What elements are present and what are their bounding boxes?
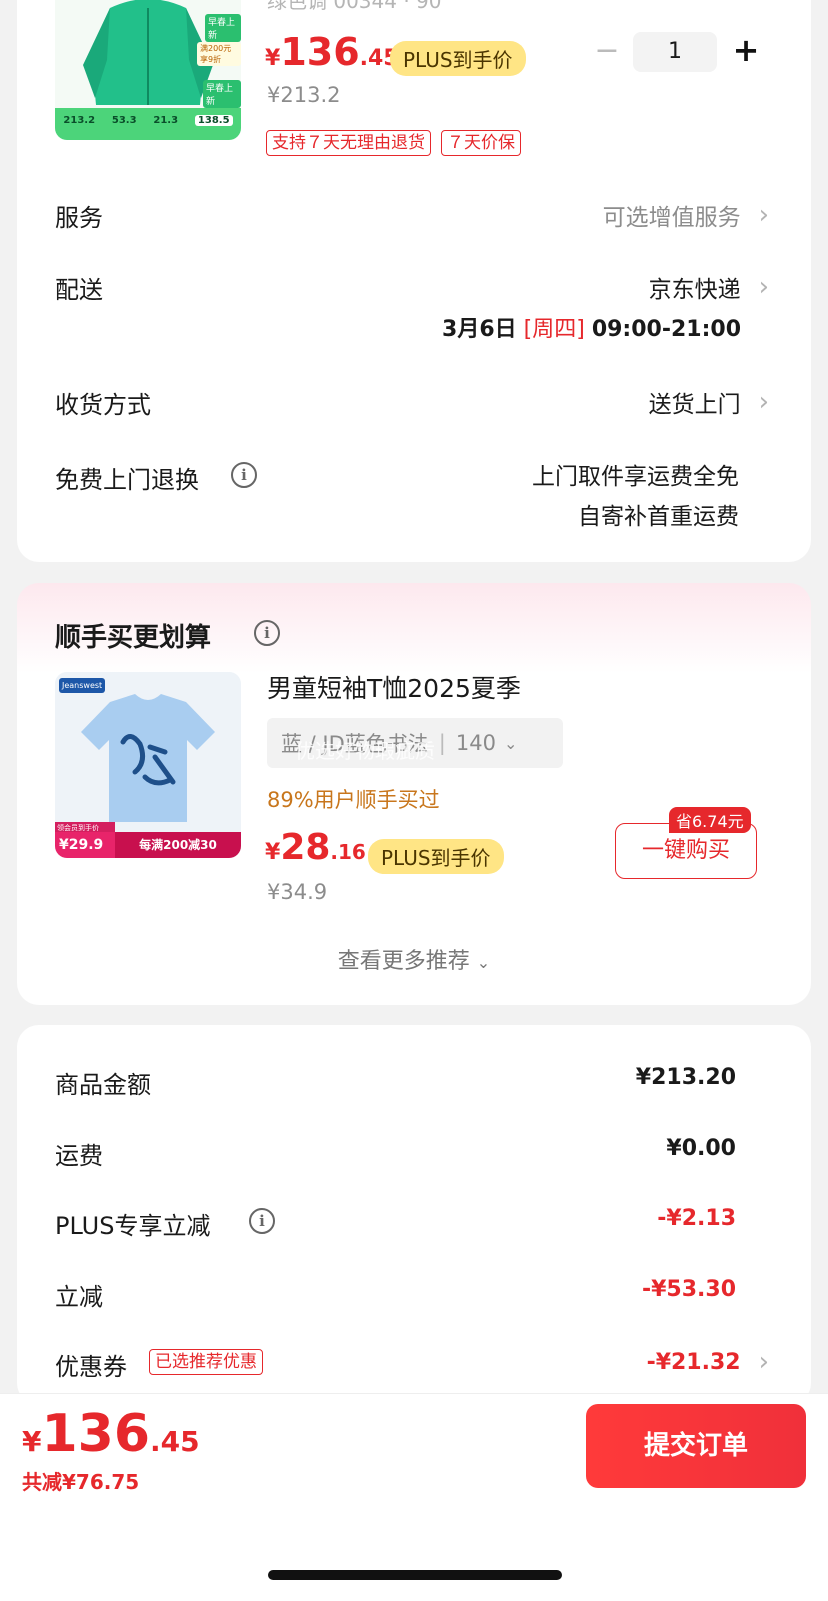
delivery-weekday: [周四] — [523, 317, 585, 342]
recommend-price: ¥28.16 — [265, 827, 366, 868]
plus-price-badge: PLUS到手价 — [368, 839, 504, 874]
save-badge: 省6.74元 — [669, 807, 751, 833]
summary-value-plus: -¥2.13 — [657, 1206, 736, 1231]
price-summary-card: 商品金额 ¥213.20 运费 ¥0.00 PLUS专享立减 i -¥2.13 … — [17, 1025, 811, 1405]
delivery-hours: 09:00-21:00 — [591, 317, 741, 342]
chevron-right-icon: › — [758, 200, 769, 230]
thumb-price-strip: 213.2 53.3 21.3 138.5 — [55, 115, 241, 126]
submit-order-button[interactable]: 提交订单 — [586, 1404, 806, 1488]
summary-label-goods: 商品金额 — [55, 1071, 151, 1099]
summary-label-plus: PLUS专享立减 — [55, 1212, 211, 1240]
recommend-thumbnail[interactable]: Jeanswest 领会员到手价 ¥29.9 每满200减30 — [55, 672, 241, 858]
order-item-card: 早春上新 满200元享9折 早春上新 213.2 53.3 21.3 138.5… — [17, 0, 811, 562]
chevron-right-icon: › — [758, 1347, 769, 1377]
delivery-time: 3月6日 [周四] 09:00-21:00 — [442, 311, 741, 343]
summary-label-coupon: 优惠券 — [55, 1353, 127, 1381]
summary-label-shipping: 运费 — [55, 1142, 103, 1170]
price-symbol: ¥ — [22, 1425, 42, 1458]
product-thumbnail[interactable]: 早春上新 满200元享9折 早春上新 213.2 53.3 21.3 138.5 — [55, 0, 241, 140]
price-decimal: .45 — [150, 1425, 200, 1458]
delivery-label: 配送 — [55, 276, 103, 304]
home-indicator — [268, 1570, 562, 1580]
info-icon[interactable]: i — [231, 462, 257, 488]
thumb-promo: 满200元享9折 — [197, 42, 241, 66]
info-icon[interactable]: i — [249, 1208, 275, 1234]
free-return-label: 免费上门退换 — [55, 466, 199, 494]
delivery-date: 3月6日 — [442, 317, 517, 342]
coupon-link[interactable]: -¥21.32 › — [647, 1347, 769, 1377]
recommend-item-title[interactable]: 男童短袖T恤2025夏季 — [267, 669, 521, 705]
price-protect-tag: ７天价保 — [441, 130, 521, 156]
chevron-right-icon: › — [758, 387, 769, 417]
brand-logo: Jeanswest — [59, 678, 106, 693]
summary-value-coupon: -¥21.32 — [646, 1349, 741, 1375]
service-value: 可选增值服务 — [602, 205, 741, 231]
recommend-title: 顺手买更划算 — [55, 623, 212, 653]
checkout-bar: ¥136.45 共减¥76.75 提交订单 — [0, 1393, 828, 1601]
total-saved: 共减¥76.75 — [22, 1470, 140, 1494]
quantity-decrease-button[interactable]: − — [593, 36, 621, 66]
total-price: ¥136.45 — [22, 1404, 200, 1464]
price-decimal: .16 — [330, 840, 366, 864]
thumb-figure: 138.5 — [194, 115, 233, 126]
service-value-link[interactable]: 可选增值服务 › — [603, 198, 769, 232]
summary-value-shipping: ¥0.00 — [666, 1136, 736, 1161]
chevron-down-icon: ⌄ — [476, 953, 491, 972]
product-price: ¥136.45 — [265, 30, 399, 74]
thumb-tag-early-spring-2: 早春上新 — [203, 80, 241, 108]
chevron-down-icon: ⌄ — [503, 733, 518, 753]
product-tags: 支持７天无理由退货 ７天价保 — [266, 130, 521, 156]
info-icon[interactable]: i — [254, 620, 280, 646]
price-integer: 136 — [41, 1404, 151, 1464]
price-symbol: ¥ — [265, 840, 281, 865]
thumb-figure: 213.2 — [63, 115, 96, 126]
original-price: ¥213.2 — [267, 83, 341, 107]
recommend-original-price: ¥34.9 — [267, 880, 328, 904]
free-return-line1: 上门取件享运费全免 — [532, 464, 739, 490]
plus-price-badge: PLUS到手价 — [390, 41, 526, 76]
summary-label-discount: 立减 — [55, 1283, 103, 1311]
return-policy-tag: 支持７天无理由退货 — [266, 130, 431, 156]
view-more-link[interactable]: 查看更多推荐 ⌄ — [17, 943, 811, 975]
chevron-right-icon: › — [758, 272, 769, 302]
receive-method-label: 收货方式 — [55, 391, 151, 419]
recommend-card: 顺手买更划算 i Jeanswest 领会员到手价 ¥29.9 每满200减30… — [17, 583, 811, 1005]
coupon-recommended-tag: 已选推荐优惠 — [149, 1349, 263, 1375]
image-overlay-text: 优选好物瑕疵质 — [295, 739, 435, 763]
size-value: 140 — [455, 731, 496, 755]
buy-rate: 89%用户顺手买过 — [267, 788, 440, 812]
price-integer: 28 — [280, 827, 331, 868]
receive-method-value: 送货上门 — [648, 392, 741, 418]
free-return-line2: 自寄补首重运费 — [578, 504, 739, 530]
thumb-tag-early-spring: 早春上新 — [205, 14, 241, 42]
thumb-price: ¥29.9 — [55, 832, 115, 858]
price-symbol: ¥ — [265, 46, 281, 71]
thumb-figure: 53.3 — [111, 115, 137, 126]
divider: | — [438, 731, 446, 755]
receive-method-link[interactable]: 送货上门 › — [649, 385, 769, 419]
view-more-label: 查看更多推荐 — [337, 949, 470, 974]
quantity-input[interactable]: 1 — [633, 32, 717, 72]
delivery-value: 京东快递 — [648, 277, 741, 303]
service-label: 服务 — [55, 204, 103, 232]
quantity-increase-button[interactable]: + — [729, 34, 763, 68]
summary-value-goods: ¥213.20 — [635, 1065, 736, 1090]
thumb-figure: 21.3 — [153, 115, 179, 126]
summary-value-discount: -¥53.30 — [641, 1277, 736, 1302]
product-variant: 绿色调 00344 · 90 — [267, 0, 442, 13]
thumb-promo: 每满200减30 — [115, 832, 241, 858]
delivery-value-link[interactable]: 京东快递 › — [649, 270, 769, 304]
price-integer: 136 — [280, 30, 360, 74]
